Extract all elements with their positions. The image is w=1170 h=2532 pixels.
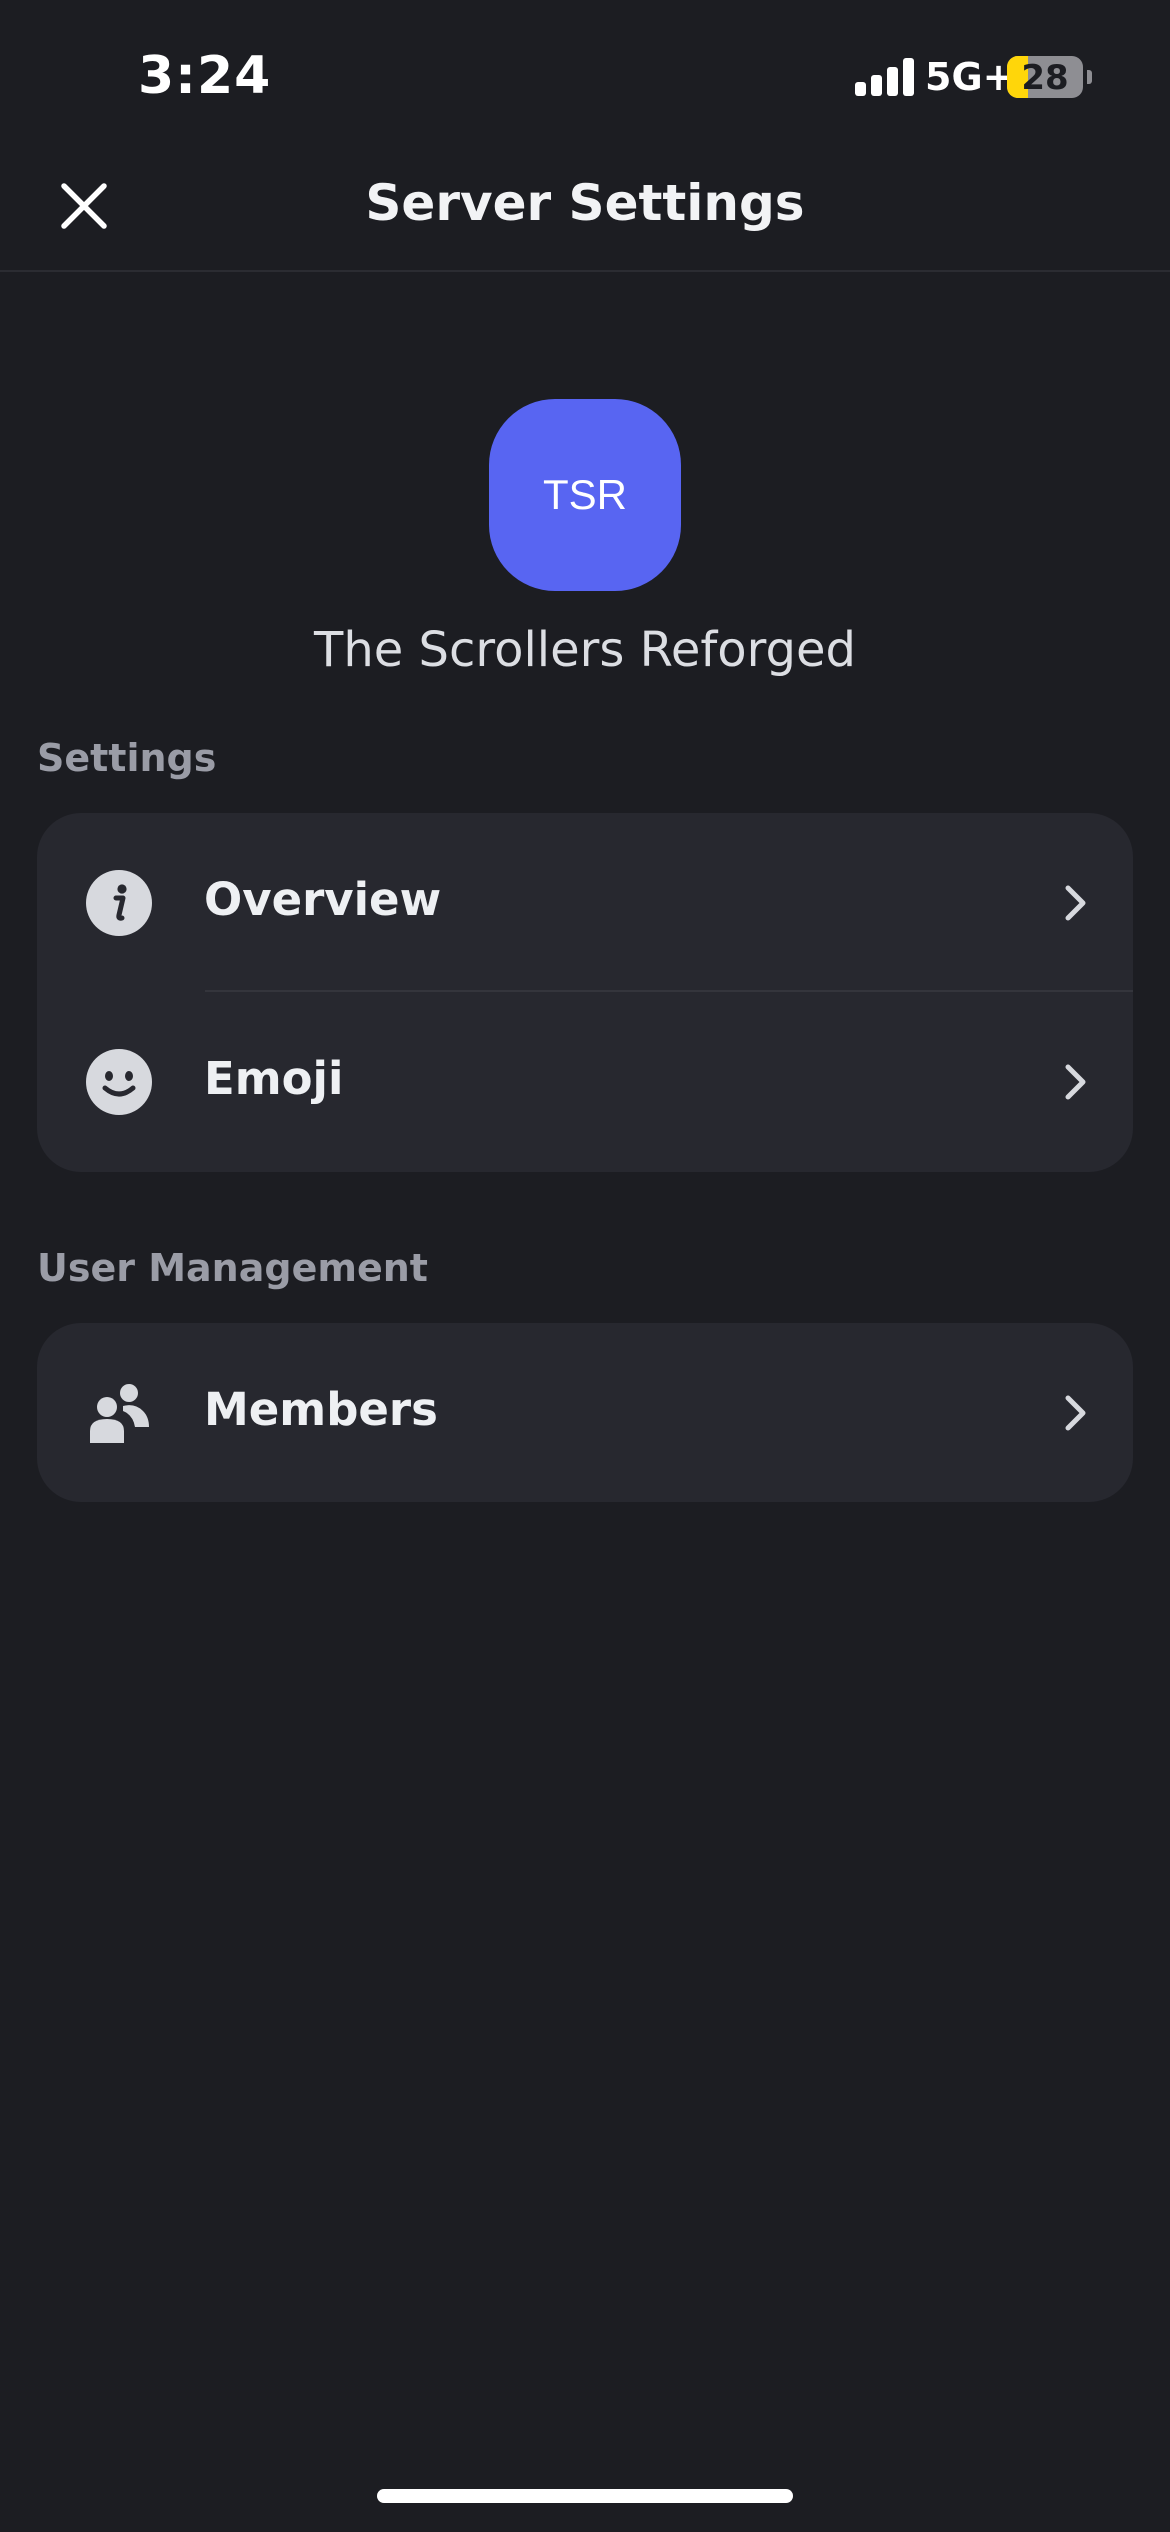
server-avatar[interactable]: TSR	[489, 399, 681, 591]
emoji-icon	[85, 1048, 153, 1116]
battery-level: 28	[1021, 58, 1069, 98]
status-bar: 3:24 5G+ 28	[0, 0, 1170, 140]
members-icon	[85, 1379, 153, 1447]
settings-item-members[interactable]: Members	[37, 1323, 1133, 1502]
server-name: The Scrollers Reforged	[314, 622, 856, 678]
info-icon	[85, 869, 153, 937]
cellular-signal-icon	[855, 58, 917, 96]
section-header-settings: Settings	[37, 736, 217, 780]
section-header-user-management: User Management	[37, 1246, 428, 1290]
status-time: 3:24	[138, 46, 272, 106]
settings-item-overview[interactable]: Overview	[37, 813, 1133, 992]
battery-tip	[1087, 70, 1092, 84]
chevron-right-icon	[1065, 1064, 1086, 1100]
chevron-right-icon	[1065, 1395, 1086, 1431]
settings-item-emoji[interactable]: Emoji	[37, 992, 1133, 1171]
header: Server Settings	[0, 140, 1170, 272]
battery-icon: 28	[1007, 56, 1083, 98]
settings-card: Overview Emoji	[37, 813, 1133, 1172]
settings-item-label: Overview	[204, 873, 442, 926]
settings-item-label: Members	[204, 1383, 438, 1436]
settings-item-label: Emoji	[204, 1052, 344, 1105]
network-type: 5G+	[925, 55, 1015, 99]
chevron-right-icon	[1065, 885, 1086, 921]
user-management-card: Members	[37, 1323, 1133, 1502]
server-avatar-initials: TSR	[543, 471, 627, 518]
home-indicator[interactable]	[377, 2489, 793, 2503]
page-title: Server Settings	[365, 174, 805, 232]
